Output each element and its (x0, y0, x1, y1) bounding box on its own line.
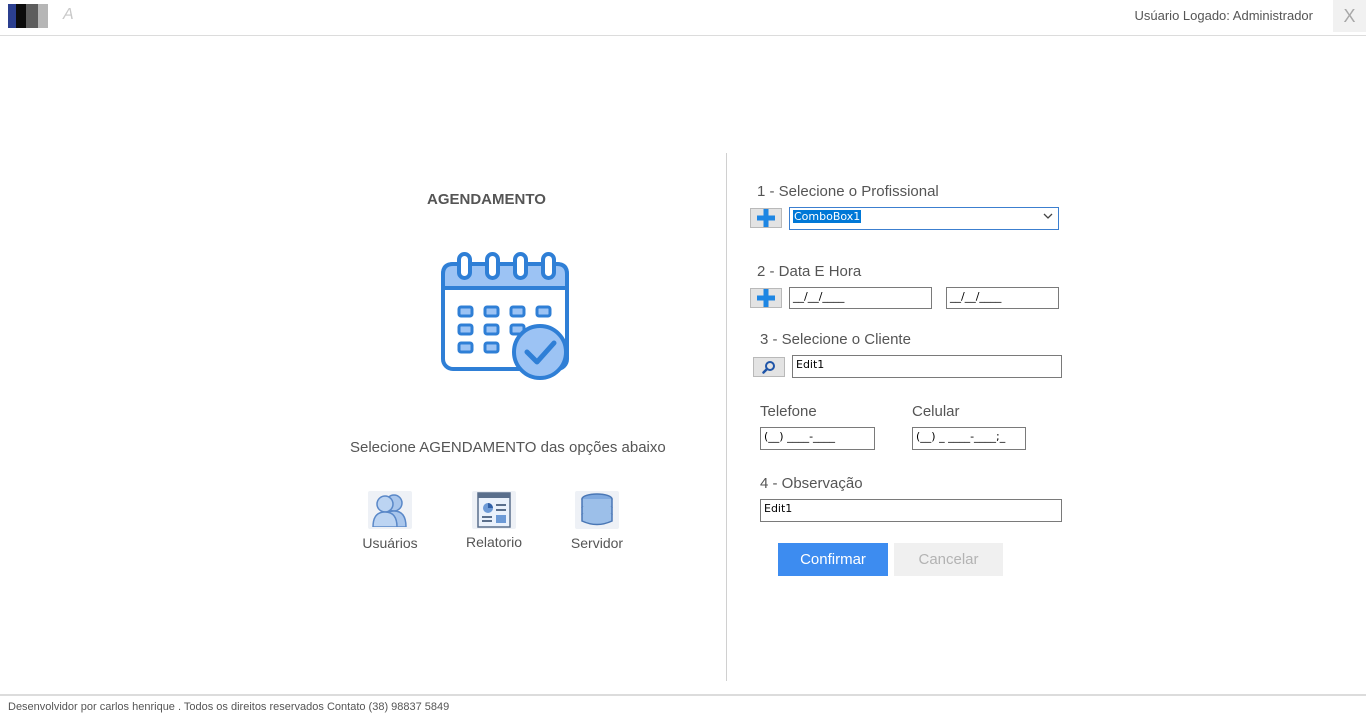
date-input[interactable]: __/__/____ (789, 287, 932, 309)
report-option[interactable]: Relatorio (454, 491, 534, 550)
telefone-input[interactable]: (__) ____-____ (760, 427, 875, 450)
vertical-divider (726, 153, 727, 681)
calendar-check-icon (440, 252, 572, 382)
professional-combobox[interactable]: ComboBox1 (789, 207, 1059, 230)
chevron-down-icon[interactable] (1043, 211, 1053, 224)
professional-combobox-value: ComboBox1 (793, 210, 862, 223)
confirm-button[interactable]: Confirmar (778, 543, 888, 576)
step3-label: 3 - Selecione o Cliente (760, 331, 911, 348)
step1-label: 1 - Selecione o Profissional (757, 183, 939, 200)
step4-label: 4 - Observação (760, 475, 863, 492)
server-option[interactable]: Servidor (557, 491, 637, 551)
footer-divider (0, 694, 1366, 696)
app-title: A (63, 6, 74, 23)
report-icon (472, 491, 516, 529)
app-logo (8, 4, 48, 28)
celular-label: Celular (912, 403, 960, 420)
time-input[interactable]: __/__/____ (946, 287, 1059, 309)
users-label: Usuários (362, 535, 418, 551)
add-professional-button[interactable] (750, 208, 782, 228)
search-client-button[interactable] (753, 357, 785, 377)
observation-input[interactable]: Edit1 (760, 499, 1062, 522)
telefone-label: Telefone (760, 403, 817, 420)
database-icon (575, 491, 619, 529)
search-icon (762, 361, 775, 374)
page-title: AGENDAMENTO (427, 191, 546, 208)
celular-input[interactable]: (__) _ ____-____;_ (912, 427, 1026, 450)
report-label: Relatorio (465, 534, 523, 550)
users-option[interactable]: Usuários (350, 491, 430, 551)
subtitle-text: Selecione AGENDAMENTO das opções abaixo (350, 439, 666, 456)
cancel-button[interactable]: Cancelar (894, 543, 1003, 576)
add-datetime-button[interactable] (750, 288, 782, 308)
plus-icon (757, 209, 775, 227)
step2-label: 2 - Data E Hora (757, 263, 862, 280)
users-icon (368, 491, 412, 529)
close-button[interactable]: X (1333, 0, 1366, 32)
client-input[interactable]: Edit1 (792, 355, 1062, 378)
plus-icon (757, 289, 775, 307)
footer-text: Desenvolvidor por carlos henrique . Todo… (8, 701, 450, 713)
server-label: Servidor (570, 535, 624, 551)
logged-user-label: Usúario Logado: Administrador (1134, 8, 1314, 23)
